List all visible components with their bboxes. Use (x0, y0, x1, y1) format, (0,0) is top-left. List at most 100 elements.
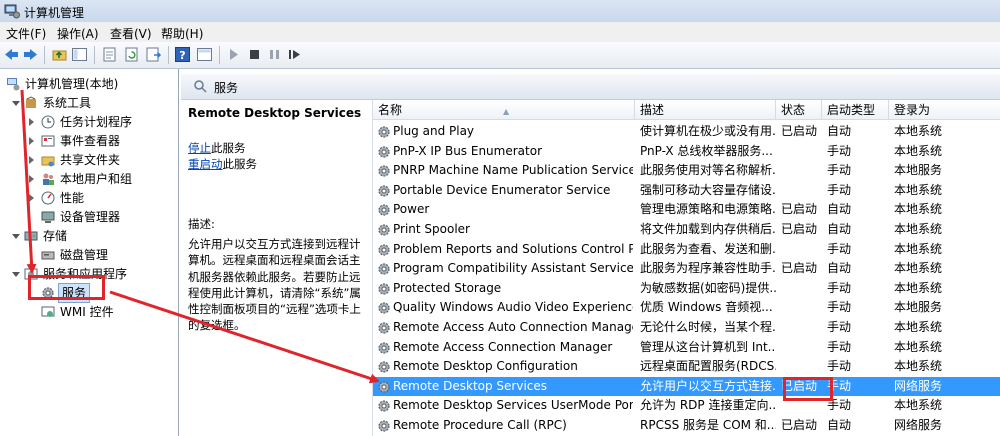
service-row[interactable]: Quality Windows Audio Video Experience 优质… (373, 298, 1000, 318)
gear-icon (378, 361, 390, 373)
service-status-cell: 已启动 (781, 222, 818, 236)
restart-service-line: 重启动此服务 (188, 157, 257, 171)
restart-service-link[interactable]: 重启动 (188, 157, 223, 171)
console-view-icon[interactable] (196, 46, 213, 63)
forward-icon[interactable] (22, 46, 39, 63)
expand-icon[interactable] (29, 175, 34, 183)
menu-bar: 文件(F) 操作(A) 查看(V) 帮助(H) (0, 22, 1000, 42)
service-name-cell: Problem Reports and Solutions Control Pa… (393, 241, 633, 256)
service-row[interactable]: PNRP Machine Name Publication Service 此服务… (373, 161, 1000, 181)
service-logon-cell: 本地服务 (894, 300, 943, 315)
help-icon[interactable]: ? (174, 46, 191, 63)
service-desc-cell: 强制可移动大容量存储设... (640, 182, 776, 197)
gear-icon (378, 322, 390, 334)
menu-help[interactable]: 帮助(H) (161, 25, 203, 42)
menu-action[interactable]: 操作(A) (57, 25, 99, 42)
column-header-startup[interactable]: 启动类型 (822, 100, 889, 120)
service-name-cell: Remote Desktop Services (393, 378, 548, 393)
service-name-cell: Quality Windows Audio Video Experience (393, 300, 633, 315)
menu-view[interactable]: 查看(V) (110, 25, 152, 42)
service-desc-cell: PnP-X 总线枚举器服务... (640, 143, 773, 158)
service-startup-cell: 手动 (827, 300, 852, 315)
service-name-cell: Remote Desktop Services UserMode Port ..… (393, 398, 633, 413)
restart-service-icon[interactable] (286, 46, 303, 63)
service-name-cell: Remote Access Connection Manager (393, 339, 613, 354)
properties-icon[interactable] (101, 46, 118, 63)
service-row[interactable]: Remote Access Connection Manager 管理从这台计算机… (373, 338, 1000, 358)
service-row[interactable]: Remote Access Auto Connection Manager 无论什… (373, 318, 1000, 338)
start-service-icon[interactable] (225, 46, 242, 63)
service-desc-cell: 远程桌面配置服务(RDCS... (640, 359, 776, 374)
service-row[interactable]: Plug and Play 使计算机在极少或没有用... 已启动 自动 本地系统 (373, 122, 1000, 142)
service-name-cell: PnP-X IP Bus Enumerator (393, 143, 542, 158)
service-logon-cell: 本地系统 (894, 222, 943, 236)
export-list-icon[interactable] (145, 46, 162, 63)
column-header-status[interactable]: 状态 (776, 100, 822, 120)
service-row[interactable]: Print Spooler 将文件加载到内存供稍后... 已启动 自动 本地系统 (373, 220, 1000, 240)
service-row[interactable]: Portable Device Enumerator Service 强制可移动大… (373, 181, 1000, 201)
service-logon-cell: 本地系统 (894, 339, 943, 354)
up-folder-icon[interactable] (51, 46, 68, 63)
service-row[interactable]: PnP-X IP Bus Enumerator PnP-X 总线枚举器服务... 手… (373, 142, 1000, 162)
service-row[interactable]: Remote Procedure Call (RPC) RPCSS 服务是 COM… (373, 416, 1000, 436)
service-startup-cell: 手动 (827, 320, 852, 334)
service-name-cell: PNRP Machine Name Publication Service (393, 163, 633, 178)
annotation-box-status (783, 377, 833, 401)
service-status-cell: 已启动 (781, 202, 818, 217)
pause-service-icon[interactable] (266, 46, 283, 63)
sort-ascending-icon: ▲ (503, 107, 510, 116)
service-startup-cell: 自动 (827, 418, 852, 432)
column-header-desc[interactable]: 描述 (635, 100, 776, 120)
gear-icon (378, 381, 390, 393)
show-hide-tree-icon[interactable] (71, 46, 88, 63)
expand-icon[interactable] (29, 194, 34, 202)
menu-file[interactable]: 文件(F) (6, 25, 46, 42)
toolbar: ? (0, 42, 1000, 69)
service-desc-cell: 使计算机在极少或没有用... (640, 124, 776, 138)
collapse-icon[interactable] (12, 272, 20, 277)
expand-icon[interactable] (29, 118, 34, 126)
collapse-icon[interactable] (12, 101, 20, 106)
service-startup-cell: 自动 (827, 202, 852, 217)
service-row[interactable]: Program Compatibility Assistant Service 此… (373, 259, 1000, 279)
gear-icon (378, 341, 390, 354)
description-text: 允许用户以交互方式连接到远程计算机。远程桌面和远程桌面会话主机服务器依赖此服务。… (188, 237, 361, 333)
service-startup-cell: 手动 (827, 398, 852, 413)
service-startup-cell: 手动 (827, 359, 852, 374)
service-row[interactable]: Remote Desktop Services UserMode Port ..… (373, 396, 1000, 416)
collapse-icon[interactable] (12, 234, 20, 239)
service-name-cell: Remote Desktop Configuration (393, 359, 578, 374)
service-logon-cell: 本地系统 (894, 261, 943, 276)
refresh-icon[interactable] (123, 46, 140, 63)
service-logon-cell: 本地系统 (894, 320, 943, 334)
title-bar: 计算机管理 (0, 0, 1000, 23)
stop-service-icon[interactable] (246, 46, 263, 63)
service-logon-cell: 本地系统 (894, 124, 943, 138)
gear-icon (378, 204, 390, 216)
service-row[interactable]: Remote Desktop Services 允许用户以交互方式连接... 已启动… (373, 376, 1000, 397)
service-row[interactable]: Power 管理电源策略和电源策略... 已启动 自动 本地系统 (373, 200, 1000, 220)
service-logon-cell: 网络服务 (894, 378, 943, 393)
service-row[interactable]: Protected Storage 为敏感数据(如密码)提供... 手动 本地系统 (373, 279, 1000, 299)
stop-service-link[interactable]: 停止 (188, 141, 211, 155)
disk-icon (41, 251, 55, 260)
expand-icon[interactable] (29, 137, 34, 145)
console-tree: 计算机管理(本地) 系统工具 任务计划程序 事件查看器 共享文件夹 本地用户和组… (0, 69, 179, 436)
gear-icon (378, 165, 390, 177)
description-label: 描述: (188, 217, 215, 231)
selected-service-name: Remote Desktop Services (188, 106, 362, 120)
service-row[interactable]: Problem Reports and Solutions Control Pa… (373, 240, 1000, 260)
expand-icon[interactable] (29, 156, 34, 164)
service-desc-cell: 允许用户以交互方式连接... (640, 378, 776, 393)
gear-icon (378, 400, 390, 412)
services-pane: 服务 Remote Desktop Services 停止此服务 重启动此服务 … (181, 69, 1000, 436)
column-header-logon[interactable]: 登录为 (889, 100, 1000, 120)
wmi-icon (41, 306, 55, 317)
service-status-cell: 已启动 (781, 418, 818, 432)
service-row[interactable]: Remote Desktop Configuration 远程桌面配置服务(RDC… (373, 357, 1000, 377)
service-name-cell: Print Spooler (393, 222, 470, 236)
service-startup-cell: 手动 (827, 378, 852, 393)
service-name-cell: Remote Procedure Call (RPC) (393, 418, 567, 432)
back-icon[interactable] (3, 46, 20, 63)
column-header-name[interactable]: 名称 ▲ (373, 100, 635, 120)
